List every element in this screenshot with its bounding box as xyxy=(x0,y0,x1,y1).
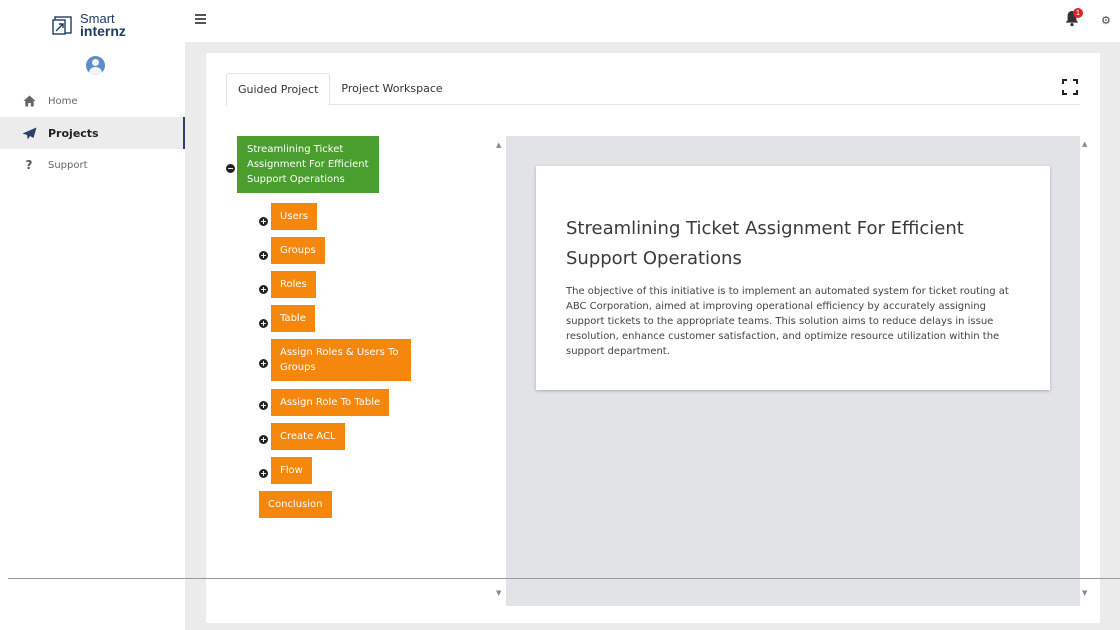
expand-toggle-icon[interactable]: + xyxy=(259,469,268,478)
document-body: The objective of this initiative is to i… xyxy=(566,286,1009,357)
sidebar-item-label: Support xyxy=(48,159,88,171)
top-bar: 1 ⚙ xyxy=(185,0,1120,42)
tree-node-groups[interactable]: Groups xyxy=(271,237,325,264)
question-mark-icon: ? xyxy=(25,158,33,172)
logo-text: Smart internz xyxy=(80,12,126,38)
notification-badge: 1 xyxy=(1073,8,1083,18)
menu-toggle-icon[interactable] xyxy=(195,14,206,26)
expand-toggle-icon[interactable]: + xyxy=(259,285,268,294)
expand-toggle-icon[interactable]: + xyxy=(259,401,268,410)
tree-node-table[interactable]: Table xyxy=(271,305,315,332)
sidebar-nav: Home Projects ? Support xyxy=(0,85,185,181)
expand-toggle-icon[interactable]: + xyxy=(259,319,268,328)
tree-node-root[interactable]: Streamlining Ticket Assignment For Effic… xyxy=(237,136,379,193)
tree-node-assign-role-table[interactable]: Assign Role To Table xyxy=(271,389,390,416)
expand-toggle-icon[interactable]: + xyxy=(259,251,268,260)
logo-line2: internz xyxy=(80,23,126,39)
expand-toggle-icon[interactable]: + xyxy=(259,217,268,226)
scroll-down-arrow-icon[interactable]: ▼ xyxy=(1082,589,1087,597)
scroll-up-arrow-icon[interactable]: ▲ xyxy=(1082,140,1087,148)
document-card: Streamlining Ticket Assignment For Effic… xyxy=(536,166,1050,390)
main-card: Guided Project Project Workspace − Strea… xyxy=(206,53,1100,623)
document-title: Streamlining Ticket Assignment For Effic… xyxy=(566,218,964,269)
expand-toggle-icon[interactable]: + xyxy=(259,359,268,368)
tree-node-flow[interactable]: Flow xyxy=(271,457,312,484)
home-icon xyxy=(20,93,38,109)
scroll-down-arrow-icon[interactable]: ▼ xyxy=(496,589,501,597)
expand-toggle-icon[interactable]: + xyxy=(259,435,268,444)
logo-mark-icon xyxy=(52,14,74,36)
tab-bar: Guided Project Project Workspace xyxy=(226,73,1080,106)
settings-gear-icon[interactable]: ⚙ xyxy=(1101,14,1111,27)
tree-node-roles[interactable]: Roles xyxy=(271,271,316,298)
sidebar-item-label: Projects xyxy=(48,126,99,140)
scroll-up-arrow-icon[interactable]: ▲ xyxy=(496,141,501,149)
tree-node-users[interactable]: Users xyxy=(271,203,318,230)
sidebar-item-label: Home xyxy=(48,95,78,107)
tree-node-assign-roles-users[interactable]: Assign Roles & Users To Groups xyxy=(271,339,411,381)
app-logo[interactable]: Smart internz xyxy=(52,10,142,40)
sidebar: Smart internz Home Projects ? Support xyxy=(0,0,185,630)
tab-project-workspace[interactable]: Project Workspace xyxy=(330,73,453,105)
avatar[interactable] xyxy=(86,56,105,75)
project-tree: − Streamlining Ticket Assignment For Eff… xyxy=(226,133,511,603)
sidebar-item-support[interactable]: ? Support xyxy=(0,149,185,181)
tab-guided-project[interactable]: Guided Project xyxy=(226,73,331,106)
tree-node-create-acl[interactable]: Create ACL xyxy=(271,423,345,450)
collapse-toggle-icon[interactable]: − xyxy=(226,164,235,173)
divider xyxy=(8,578,1120,579)
content-pane: Streamlining Ticket Assignment For Effic… xyxy=(506,136,1080,606)
tree-node-conclusion[interactable]: Conclusion xyxy=(259,491,332,518)
paper-plane-icon xyxy=(20,125,38,141)
tree-node-label: Assign Roles & Users To Groups xyxy=(280,347,399,373)
sidebar-item-projects[interactable]: Projects xyxy=(0,117,185,149)
sidebar-item-home[interactable]: Home xyxy=(0,85,185,117)
fullscreen-icon[interactable] xyxy=(1062,79,1078,95)
